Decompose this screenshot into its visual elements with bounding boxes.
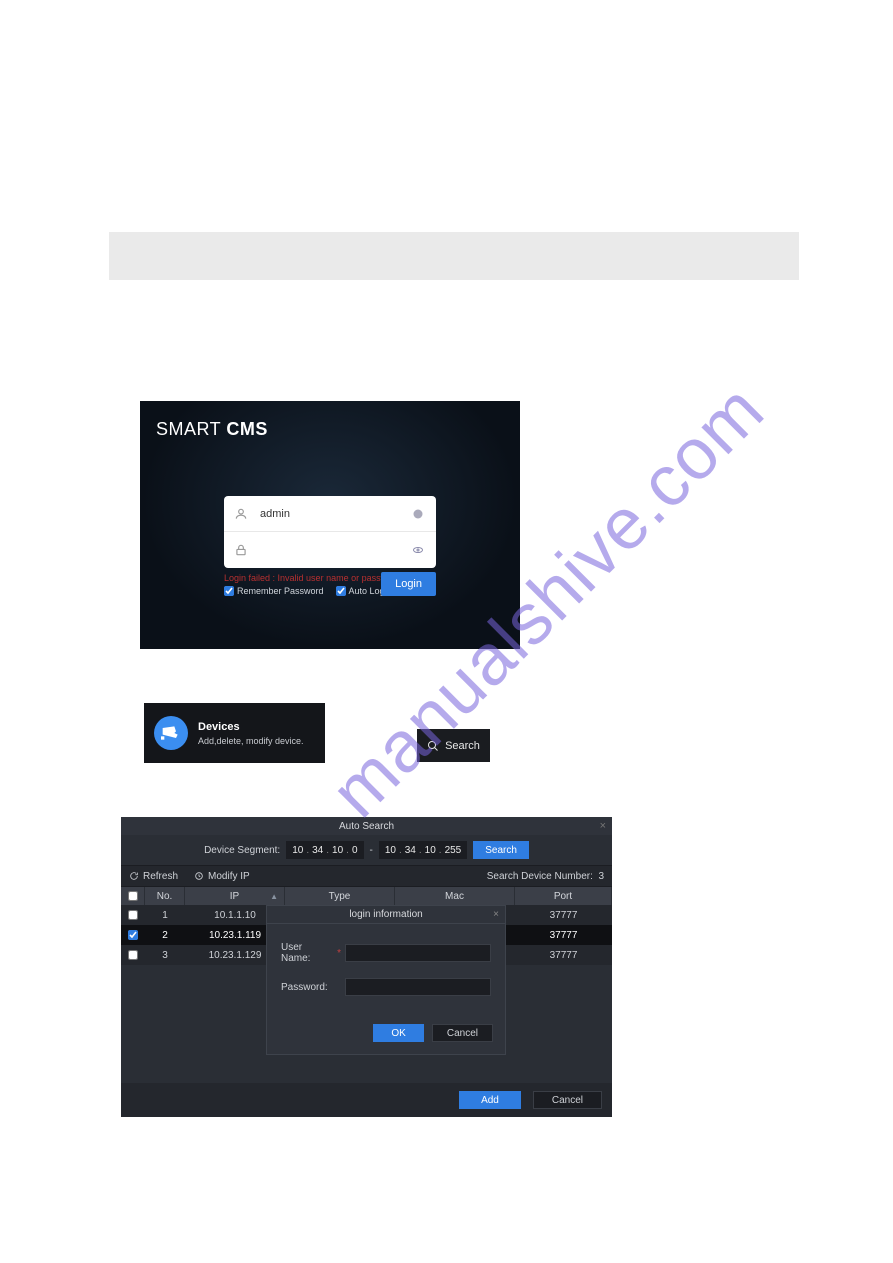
autologin-checkbox[interactable] — [336, 586, 346, 596]
refresh-icon — [129, 871, 139, 881]
login-info-username-input[interactable] — [345, 944, 491, 962]
password-input[interactable] — [260, 544, 402, 556]
username-row — [224, 496, 436, 532]
cell-no: 2 — [145, 930, 185, 941]
search-button[interactable]: Search — [417, 729, 490, 762]
remember-password-check[interactable]: Remember Password — [224, 586, 324, 596]
auto-search-title: Auto Search × — [121, 817, 612, 835]
username-row: User Name: * — [281, 942, 491, 964]
header-check[interactable] — [121, 887, 145, 905]
header-ip[interactable]: IP▲ — [185, 887, 285, 905]
close-icon[interactable]: × — [600, 820, 606, 832]
cell-no: 1 — [145, 910, 185, 921]
cell-port: 37777 — [515, 930, 612, 941]
clear-user-icon[interactable] — [412, 507, 426, 521]
modify-ip-button[interactable]: Modify IP — [194, 871, 250, 882]
row-checkbox[interactable] — [128, 930, 138, 940]
devices-text: Devices Add,delete, modify device. — [198, 721, 304, 746]
ok-button[interactable]: OK — [373, 1024, 423, 1042]
modify-ip-label: Modify IP — [208, 871, 250, 882]
login-info-dialog: login information × User Name: * Passwor… — [266, 905, 506, 1055]
app-brand: SMART CMS — [156, 419, 504, 440]
ip-to-input[interactable]: 10. 34. 10. 255 — [379, 841, 467, 859]
brand-bold: CMS — [226, 419, 268, 439]
cancel-button[interactable]: Cancel — [533, 1091, 602, 1109]
cell-no: 3 — [145, 950, 185, 961]
devices-subtitle: Add,delete, modify device. — [198, 736, 304, 746]
search-icon — [427, 740, 439, 752]
lock-icon — [234, 543, 250, 557]
auto-search-toolbar: Refresh Modify IP Search Device Number: … — [121, 865, 612, 887]
user-icon — [234, 507, 250, 521]
add-button[interactable]: Add — [459, 1091, 521, 1109]
cell-port: 37777 — [515, 950, 612, 961]
table-body: 110.1.1.1037777210.23.1.11937777310.23.1… — [121, 905, 612, 1083]
segment-row: Device Segment: 10. 34. 10. 0 - 10. 34. … — [121, 835, 612, 865]
row-checkbox[interactable] — [128, 910, 138, 920]
required-star: * — [337, 948, 341, 959]
search-label: Search — [445, 740, 480, 752]
refresh-button[interactable]: Refresh — [129, 871, 178, 882]
device-count: Search Device Number: 3 — [487, 871, 604, 882]
username-input[interactable] — [260, 508, 402, 520]
cancel-button[interactable]: Cancel — [432, 1024, 493, 1042]
remember-label: Remember Password — [237, 586, 324, 596]
login-info-password-input[interactable] — [345, 978, 491, 996]
login-below: Login failed : Invalid user name or pass… — [224, 572, 436, 596]
header-no[interactable]: No. — [145, 887, 185, 905]
brand-light: SMART — [156, 419, 226, 439]
ip-from-input[interactable]: 10. 34. 10. 0 — [286, 841, 363, 859]
grey-placeholder-bar — [109, 232, 799, 280]
password-row — [224, 532, 436, 568]
segment-sep: - — [370, 845, 373, 856]
login-info-title: login information × — [267, 906, 505, 924]
refresh-label: Refresh — [143, 871, 178, 882]
auto-search-footer: Add Cancel — [121, 1083, 612, 1117]
auto-search-title-text: Auto Search — [339, 821, 394, 832]
password-row: Password: — [281, 978, 491, 996]
modify-ip-icon — [194, 871, 204, 881]
header-port[interactable]: Port — [515, 887, 612, 905]
password-label: Password: — [281, 982, 337, 993]
login-button[interactable]: Login — [381, 572, 436, 596]
auto-search-dialog: Auto Search × Device Segment: 10. 34. 10… — [121, 817, 612, 1117]
segment-label: Device Segment: — [204, 845, 280, 856]
header-type[interactable]: Type — [285, 887, 395, 905]
sort-asc-icon: ▲ — [270, 892, 278, 901]
camera-icon — [154, 716, 188, 750]
close-icon[interactable]: × — [493, 909, 499, 920]
remember-checkbox[interactable] — [224, 586, 234, 596]
row-checkbox[interactable] — [128, 950, 138, 960]
header-mac[interactable]: Mac — [395, 887, 515, 905]
devices-card[interactable]: Devices Add,delete, modify device. — [144, 703, 325, 763]
segment-search-button[interactable]: Search — [473, 841, 529, 859]
table-header: No. IP▲ Type Mac Port — [121, 887, 612, 905]
devices-title: Devices — [198, 721, 304, 733]
login-info-buttons: OK Cancel — [267, 1018, 505, 1048]
select-all-checkbox[interactable] — [128, 891, 138, 901]
login-panel — [224, 496, 436, 568]
cell-port: 37777 — [515, 910, 612, 921]
login-window: SMART CMS Login failed : Invalid user na… — [140, 401, 520, 649]
username-label: User Name: — [281, 942, 329, 964]
show-password-icon[interactable] — [412, 543, 426, 557]
